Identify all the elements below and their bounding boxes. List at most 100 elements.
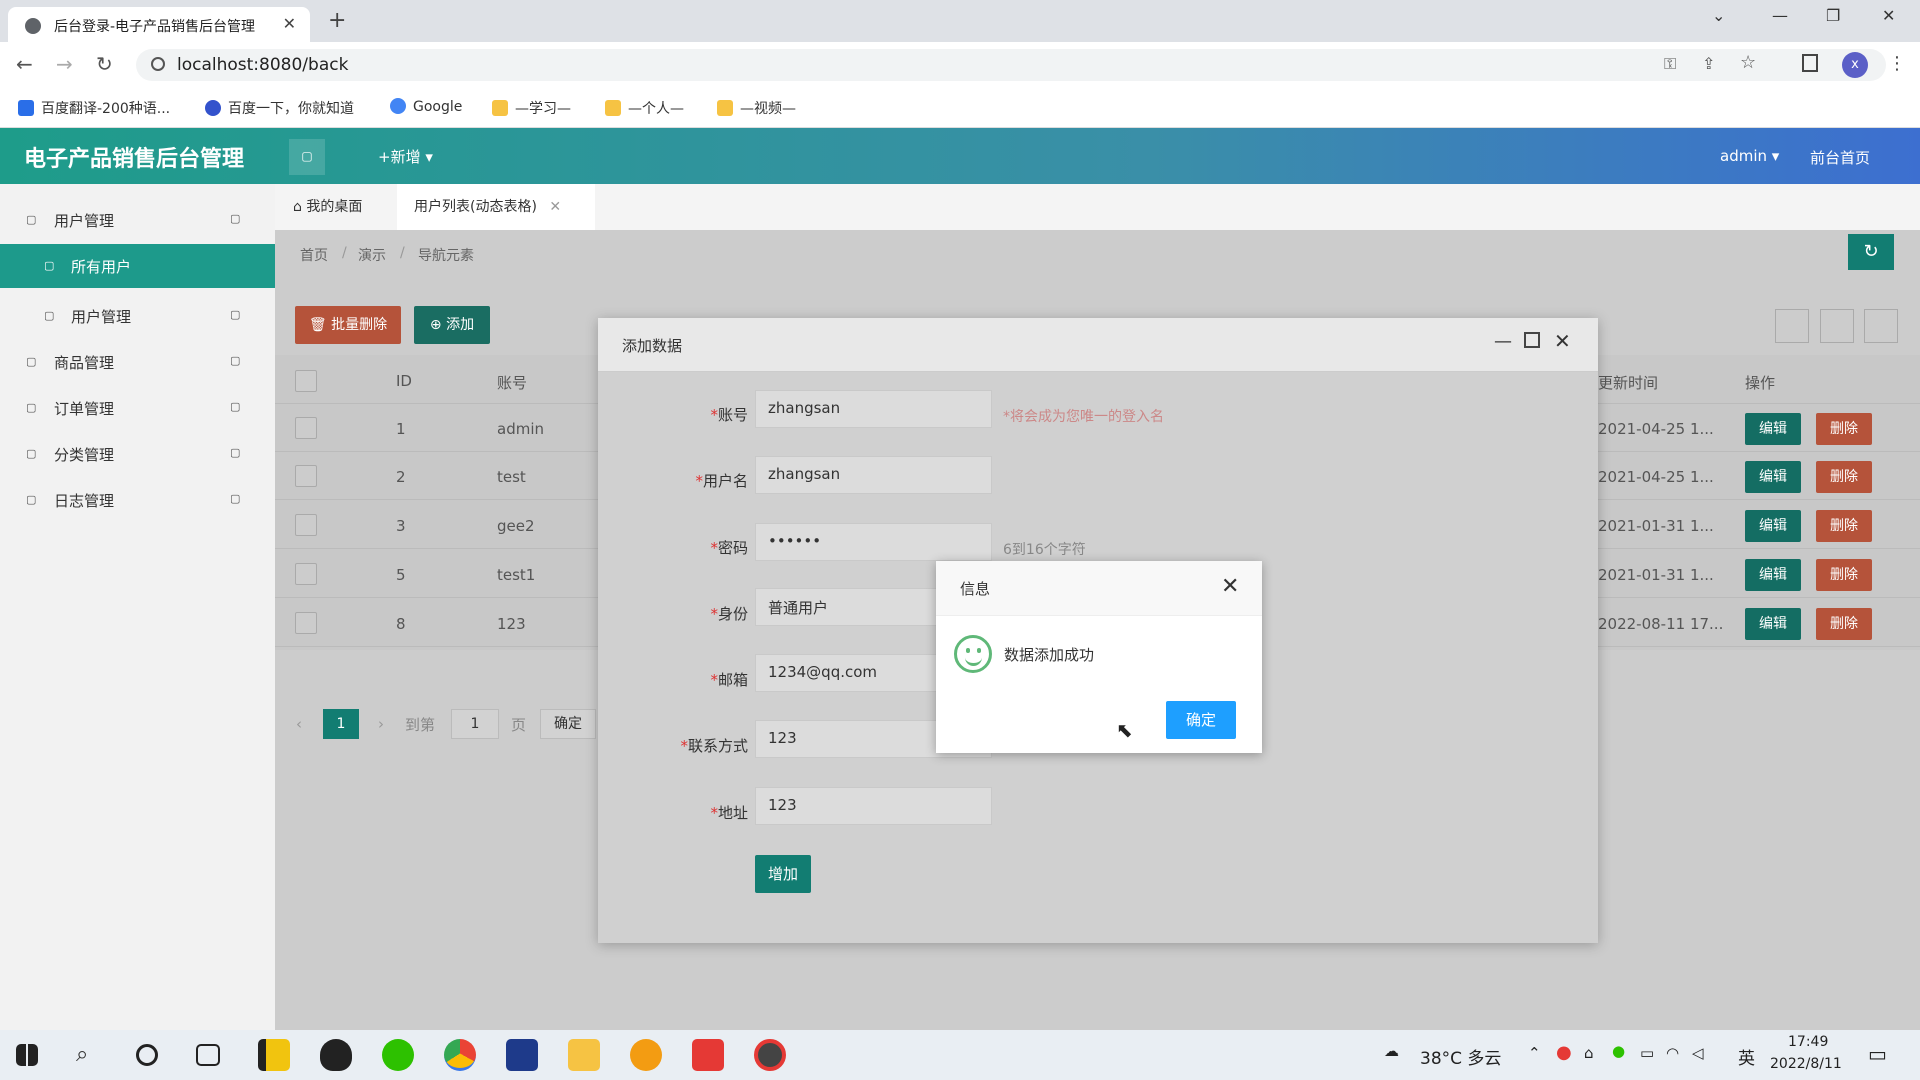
add-menu[interactable]: +新增 ▾ — [378, 146, 433, 167]
row-checkbox[interactable] — [295, 465, 317, 487]
sidebar-item-user-management-sub[interactable]: ▢ 用户管理 ▢ — [0, 294, 275, 338]
windows-start-icon[interactable] — [16, 1044, 38, 1066]
select-all-checkbox[interactable] — [295, 370, 317, 392]
back-icon[interactable]: ← — [16, 52, 33, 76]
notification-icon[interactable]: ▭ — [1868, 1042, 1887, 1066]
account-input[interactable]: zhangsan — [755, 390, 992, 428]
wps-icon[interactable] — [692, 1039, 724, 1071]
delete-button[interactable]: 删除 — [1816, 510, 1872, 542]
tab-user-list[interactable]: 用户列表(动态表格) ✕ — [397, 184, 595, 230]
edit-button[interactable]: 编辑 — [1745, 510, 1801, 542]
bookmark-star-icon[interactable]: ☆ — [1740, 52, 1756, 73]
breadcrumb-demo[interactable]: 演示 — [358, 245, 386, 265]
tab-desk[interactable]: ⌂ 我的桌面 — [293, 184, 393, 230]
volume-icon[interactable]: ◁ — [1692, 1044, 1704, 1062]
battery-icon[interactable]: ▭ — [1640, 1044, 1654, 1062]
breadcrumb-home[interactable]: 首页 — [300, 245, 328, 265]
sidebar-toggle-icon[interactable]: ▢ — [289, 139, 325, 175]
recorder-icon[interactable] — [754, 1039, 786, 1071]
restore-window-icon[interactable]: ❐ — [1826, 6, 1840, 25]
address-input[interactable]: 123 — [755, 787, 992, 825]
forward-icon[interactable]: → — [56, 52, 73, 76]
front-home-link[interactable]: 前台首页 — [1810, 147, 1870, 168]
header-id[interactable]: ID — [396, 372, 412, 390]
sticky-notes-icon[interactable] — [258, 1039, 290, 1071]
sidebar-item-products[interactable]: ▢ 商品管理 ▢ — [0, 340, 275, 384]
key-icon[interactable]: ⚿ — [1664, 54, 1676, 74]
qq-icon[interactable] — [320, 1039, 352, 1071]
minimize-window-icon[interactable]: — — [1772, 6, 1788, 25]
row-checkbox[interactable] — [295, 417, 317, 439]
bookmark-folder-video[interactable]: —视频— — [717, 98, 796, 118]
profile-avatar[interactable]: x — [1842, 52, 1868, 78]
edit-button[interactable]: 编辑 — [1745, 461, 1801, 493]
side-panel-icon[interactable] — [1802, 54, 1818, 72]
delete-button[interactable]: 删除 — [1816, 413, 1872, 445]
row-checkbox[interactable] — [295, 514, 317, 536]
browser-app-icon[interactable] — [630, 1039, 662, 1071]
address-bar[interactable]: localhost:8080/back ⚿ ⇪ ☆ — [136, 49, 1886, 81]
maximize-icon[interactable] — [1524, 332, 1540, 348]
wifi-icon[interactable]: ◠ — [1666, 1044, 1679, 1062]
browser-menu-icon[interactable]: ⋮ — [1888, 53, 1906, 74]
network-tray-icon[interactable]: ⌂ — [1584, 1044, 1594, 1062]
edit-button[interactable]: 编辑 — [1745, 413, 1801, 445]
sidebar-item-categories[interactable]: ▢ 分类管理 ▢ — [0, 432, 275, 476]
ok-button[interactable]: 确定 — [1166, 701, 1236, 739]
sidebar-item-user-management[interactable]: ▢ 用户管理 ▢ — [0, 198, 275, 242]
row-checkbox[interactable] — [295, 563, 317, 585]
close-tab-icon[interactable]: ✕ — [283, 14, 296, 33]
site-info-icon[interactable] — [151, 57, 165, 71]
password-input[interactable]: •••••• — [755, 523, 992, 561]
close-tab-icon[interactable]: ✕ — [549, 199, 561, 215]
weather-text[interactable]: 38°C 多云 — [1420, 1044, 1501, 1069]
edit-button[interactable]: 编辑 — [1745, 559, 1801, 591]
cortana-icon[interactable] — [136, 1044, 158, 1066]
username-input[interactable]: zhangsan — [755, 456, 992, 494]
bookmark-google[interactable]: Google — [390, 98, 462, 115]
page-current[interactable]: 1 — [323, 709, 359, 739]
close-icon[interactable]: ✕ — [1554, 329, 1571, 353]
chrome-icon[interactable] — [444, 1039, 476, 1071]
clock-date[interactable]: 2022/8/11 — [1770, 1056, 1842, 1072]
prev-page-icon[interactable]: ‹ — [296, 715, 302, 733]
add-button[interactable]: ⊕ 添加 — [414, 306, 490, 344]
export-icon[interactable] — [1820, 309, 1854, 343]
bookmark-folder-personal[interactable]: —个人— — [605, 98, 684, 118]
tab-search-icon[interactable]: ⌄ — [1712, 6, 1725, 25]
page-input[interactable]: 1 — [451, 709, 499, 739]
sidebar-item-all-users[interactable]: ▢ 所有用户 — [0, 244, 275, 288]
close-icon[interactable]: ✕ — [1221, 574, 1239, 599]
bookmark-baidu-translate[interactable]: 百度翻译-200种语... — [18, 98, 170, 118]
user-menu[interactable]: admin ▾ — [1720, 147, 1779, 165]
wechat-icon[interactable] — [382, 1039, 414, 1071]
delete-button[interactable]: 删除 — [1816, 608, 1872, 640]
search-icon[interactable]: ⌕ — [76, 1042, 108, 1074]
record-tray-icon[interactable]: ● — [1556, 1042, 1572, 1063]
ime-indicator[interactable]: 英 — [1738, 1044, 1755, 1069]
delete-button[interactable]: 删除 — [1816, 559, 1872, 591]
columns-icon[interactable] — [1775, 309, 1809, 343]
edit-button[interactable]: 编辑 — [1745, 608, 1801, 640]
print-icon[interactable] — [1864, 309, 1898, 343]
bookmark-baidu[interactable]: 百度一下，你就知道 — [205, 98, 354, 118]
share-icon[interactable]: ⇪ — [1702, 54, 1715, 73]
new-tab-icon[interactable]: + — [328, 8, 346, 33]
submit-add-button[interactable]: 增加 — [755, 855, 811, 893]
weather-icon[interactable]: ☁ — [1384, 1042, 1399, 1060]
bookmark-folder-study[interactable]: —学习— — [492, 98, 571, 118]
tray-expand-icon[interactable]: ⌃ — [1528, 1044, 1541, 1062]
reload-icon[interactable]: ↻ — [96, 52, 113, 76]
goto-confirm-button[interactable]: 确定 — [540, 709, 596, 739]
close-window-icon[interactable]: ✕ — [1882, 6, 1895, 25]
sidebar-item-logs[interactable]: ▢ 日志管理 ▢ — [0, 478, 275, 522]
clock-time[interactable]: 17:49 — [1788, 1034, 1828, 1050]
row-checkbox[interactable] — [295, 612, 317, 634]
task-view-icon[interactable] — [196, 1044, 220, 1066]
refresh-icon[interactable]: ↻ — [1848, 234, 1894, 270]
wechat-tray-icon[interactable]: ● — [1612, 1042, 1625, 1060]
next-page-icon[interactable]: › — [378, 715, 384, 733]
file-explorer-icon[interactable] — [568, 1039, 600, 1071]
browser-tab[interactable]: 后台登录-电子产品销售后台管理 ✕ — [8, 7, 310, 42]
sidebar-item-orders[interactable]: ▢ 订单管理 ▢ — [0, 386, 275, 430]
